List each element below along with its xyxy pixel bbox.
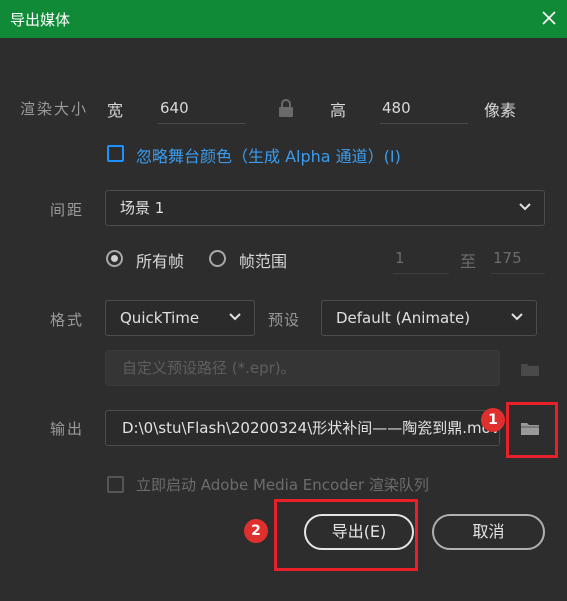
chevron-down-icon (229, 313, 241, 321)
annotation-badge-1: 1 (481, 408, 505, 432)
close-button[interactable] (537, 6, 561, 30)
title-bar: 导出媒体 (0, 0, 567, 38)
highlight-box-browse (506, 402, 558, 458)
preset-label: 预设 (268, 311, 301, 329)
highlight-box-export (274, 499, 418, 571)
output-path-input[interactable]: D:\0\stu\Flash\20200324\形状补间——陶瓷到鼎.mov (105, 410, 500, 446)
media-encoder-checkbox[interactable] (107, 476, 124, 493)
cancel-button[interactable]: 取消 (432, 514, 545, 550)
scene-dropdown-value: 场景 1 (120, 199, 165, 217)
height-label: 高 (330, 101, 347, 120)
media-encoder-label: 立即启动 Adobe Media Encoder 渲染队列 (136, 476, 429, 494)
preset-dropdown-value: Default (Animate) (336, 309, 471, 327)
chevron-down-icon (519, 203, 531, 211)
width-input[interactable]: 640 (158, 93, 246, 124)
render-size-label: 渲染大小 (20, 100, 89, 118)
all-frames-label: 所有帧 (136, 252, 185, 271)
chevron-down-icon (511, 313, 523, 321)
export-media-dialog: 渲染大小 宽 640 高 480 像素 忽略舞台颜色（生成 Alpha 通道）(… (0, 38, 567, 601)
annotation-badge-2: 2 (244, 519, 268, 543)
scene-dropdown[interactable]: 场景 1 (105, 190, 545, 226)
format-label: 格式 (50, 311, 85, 329)
folder-icon[interactable] (520, 362, 540, 377)
range-start-input[interactable]: 1 (393, 243, 449, 274)
format-dropdown-value: QuickTime (120, 309, 200, 327)
dialog-title: 导出媒体 (10, 11, 71, 29)
height-input[interactable]: 480 (380, 93, 468, 124)
frame-range-label: 帧范围 (239, 252, 288, 271)
lock-icon[interactable] (278, 99, 294, 118)
frame-range-radio[interactable] (209, 250, 226, 267)
all-frames-radio[interactable] (106, 250, 123, 267)
pixels-unit-label: 像素 (484, 101, 517, 120)
ignore-stage-color-label[interactable]: 忽略舞台颜色（生成 Alpha 通道）(I) (136, 143, 401, 167)
width-label: 宽 (107, 101, 124, 120)
range-end-input[interactable]: 175 (491, 243, 545, 274)
span-label: 间距 (50, 201, 85, 219)
range-to-label: 至 (460, 252, 477, 271)
format-dropdown[interactable]: QuickTime (105, 300, 255, 336)
close-icon (542, 11, 556, 25)
output-label: 输出 (50, 420, 85, 438)
preset-dropdown[interactable]: Default (Animate) (321, 300, 537, 336)
ignore-stage-color-checkbox[interactable] (107, 145, 124, 162)
custom-preset-path-input[interactable]: 自定义预设路径 (*.epr)。 (105, 350, 500, 386)
